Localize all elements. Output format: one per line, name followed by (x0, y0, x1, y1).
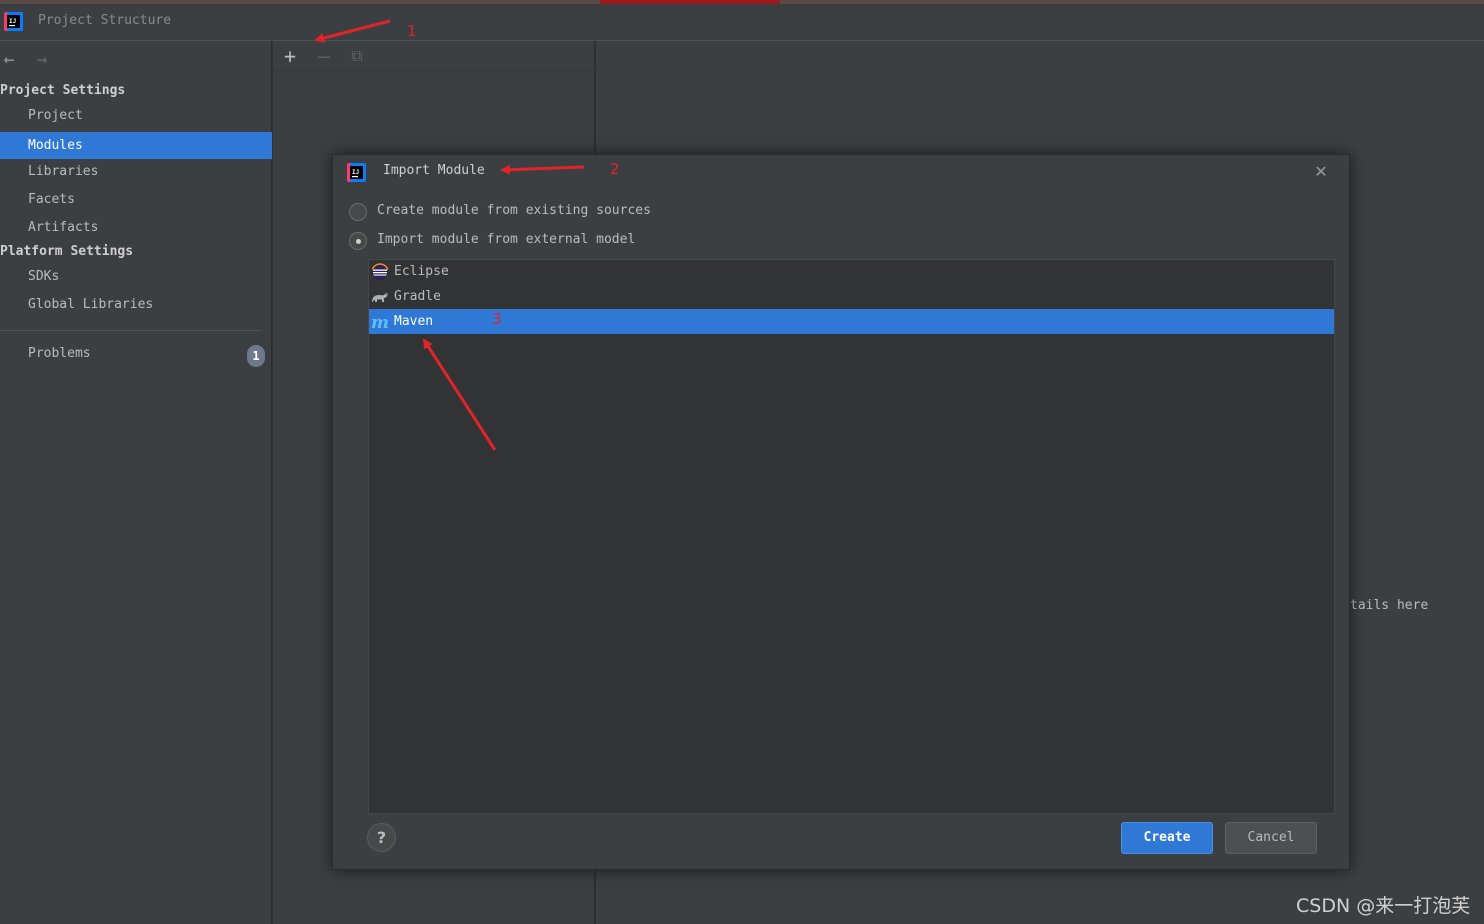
sidebar-item-libraries[interactable]: Libraries (0, 158, 272, 185)
cancel-button[interactable]: Cancel (1225, 822, 1317, 854)
list-item-label: Eclipse (394, 264, 449, 279)
sidebar-item-project[interactable]: Project (0, 102, 272, 129)
sidebar-divider (0, 330, 262, 331)
list-item-label: Maven (394, 314, 434, 329)
sidebar-item-sdks[interactable]: SDKs (0, 263, 272, 290)
create-button[interactable]: Create (1121, 822, 1213, 854)
list-item-maven[interactable]: m Maven (369, 309, 1334, 334)
import-module-dialog: IJ Import Module ✕ Create module from ex… (332, 154, 1350, 870)
help-button[interactable]: ? (367, 823, 396, 852)
sidebar-item-modules[interactable]: Modules (0, 132, 272, 159)
dialog-title: Import Module (383, 163, 485, 178)
add-icon[interactable]: + (278, 44, 302, 68)
list-item-gradle[interactable]: Gradle (369, 284, 1334, 309)
annotation-number-2: 2 (610, 160, 620, 178)
modules-toolbar: + — ⧉ (273, 41, 595, 71)
sidebar-item-global-libraries[interactable]: Global Libraries (0, 291, 272, 318)
back-arrow-icon[interactable]: ← (0, 49, 20, 71)
section-header-project-settings: Project Settings (0, 83, 126, 98)
radio-create-from-sources[interactable] (349, 203, 367, 221)
annotation-number-3: 3 (492, 310, 502, 328)
maven-icon: m (371, 313, 389, 331)
eclipse-icon (371, 263, 389, 281)
details-hint-text: tails here (1350, 598, 1429, 613)
annotation-number-1: 1 (407, 22, 417, 40)
close-icon[interactable]: ✕ (1311, 162, 1331, 182)
intellij-logo-icon: IJ (347, 163, 366, 182)
svg-text:IJ: IJ (9, 18, 16, 25)
copy-icon[interactable]: ⧉ (345, 44, 369, 68)
radio-import-external-model[interactable] (349, 232, 367, 250)
option-label: Import module from external model (377, 232, 636, 247)
sidebar-item-problems[interactable]: Problems (0, 340, 272, 367)
svg-text:m: m (371, 313, 389, 331)
window-title: Project Structure (38, 13, 172, 28)
title-bar: IJ Project Structure (0, 4, 1484, 41)
watermark: CSDN @来一打泡芙 (1296, 895, 1471, 917)
forward-arrow-icon[interactable]: → (31, 49, 53, 71)
section-header-platform-settings: Platform Settings (0, 244, 134, 259)
list-item-label: Gradle (394, 289, 441, 304)
sidebar-item-artifacts[interactable]: Artifacts (0, 214, 272, 241)
sidebar-item-facets[interactable]: Facets (0, 186, 272, 213)
remove-icon[interactable]: — (312, 44, 336, 68)
problems-count-badge: 1 (247, 345, 265, 367)
option-label: Create module from existing sources (377, 203, 651, 218)
gradle-icon (372, 292, 388, 302)
intellij-logo-icon: IJ (4, 12, 23, 31)
list-item-eclipse[interactable]: Eclipse (369, 259, 1334, 284)
external-model-list: Eclipse Gradle m Maven (368, 259, 1335, 814)
svg-text:IJ: IJ (352, 169, 359, 176)
settings-sidebar: ← → Project Settings Project Modules Lib… (0, 41, 272, 924)
